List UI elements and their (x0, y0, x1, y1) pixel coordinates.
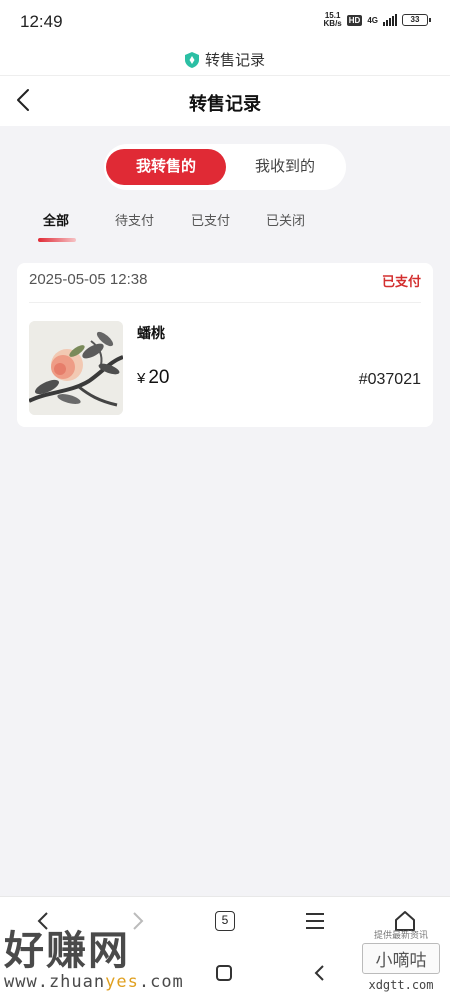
network-type: 4G (367, 15, 378, 25)
currency-symbol: ¥ (137, 370, 146, 387)
status-bar: 12:49 15.1 KB/s HD 4G 33 (0, 0, 450, 44)
browser-url-bar[interactable]: 转售记录 (0, 44, 450, 76)
watermark-url: www.zhuanyes.com (4, 972, 184, 992)
segment-switch: 我转售的 我收到的 (104, 144, 346, 190)
system-recents-button[interactable] (204, 953, 244, 993)
signal-icon (383, 14, 397, 26)
tab-closed[interactable]: 已关闭 (266, 210, 305, 229)
menu-button[interactable] (295, 901, 335, 941)
tabs-button[interactable]: 5 (205, 901, 245, 941)
battery-icon: 33 (402, 14, 431, 26)
watermark-right-url: xdgtt.com (368, 978, 434, 992)
product-number: #037021 (358, 371, 421, 388)
segment-my-resales[interactable]: 我转售的 (106, 149, 226, 185)
speed-unit: KB/s (323, 19, 342, 28)
battery-level: 33 (410, 15, 420, 24)
tab-pending-payment[interactable]: 待支付 (115, 210, 154, 229)
page-header: 转售记录 (0, 76, 450, 126)
tab-count-icon: 5 (215, 911, 235, 931)
tab-all[interactable]: 全部 (43, 210, 69, 229)
price-value: 20 (148, 367, 170, 388)
order-status: 已支付 (381, 274, 421, 289)
watermark-left: 好赚网 www.zhuanyes.com (4, 918, 184, 992)
url-title: 转售记录 (204, 52, 265, 69)
status-time: 12:49 (20, 12, 63, 31)
product-name: 蟠桃 (137, 325, 165, 341)
menu-icon (306, 913, 324, 929)
watermark-right-logo: 小嘀咕 (362, 943, 440, 974)
square-icon (216, 965, 232, 981)
watermark-url-part-a: www.zhuan (4, 972, 106, 992)
segment-received[interactable]: 我收到的 (226, 149, 344, 185)
peach-painting-image (29, 321, 123, 415)
watermark-logo-text: 好赚网 (4, 928, 130, 974)
status-icons: 15.1 KB/s HD 4G 33 (324, 12, 431, 28)
filter-tabs: 全部 待支付 已支付 已关闭 (0, 206, 450, 246)
watermark-url-part-c: .com (138, 972, 184, 992)
order-date: 2025-05-05 12:38 (29, 271, 148, 288)
product-image (29, 321, 123, 415)
watermark-right: 提供最新资讯 小嘀咕 xdgtt.com (362, 928, 440, 992)
shield-icon (184, 51, 199, 68)
order-card[interactable]: 2025-05-05 12:38 已支付 蟠桃 ¥20 #037021 (17, 263, 433, 427)
page-title: 转售记录 (189, 94, 261, 114)
active-tab-indicator (38, 238, 76, 242)
system-back-button[interactable] (300, 953, 340, 993)
hd-icon: HD (346, 14, 363, 26)
watermark-right-top: 提供最新资讯 (373, 930, 428, 940)
triangle-back-icon (314, 965, 324, 981)
watermark-url-part-b: yes (105, 972, 139, 992)
network-speed: 15.1 KB/s (324, 12, 342, 28)
tab-paid[interactable]: 已支付 (191, 210, 230, 229)
card-divider (29, 302, 421, 303)
product-price: ¥20 (137, 367, 169, 389)
